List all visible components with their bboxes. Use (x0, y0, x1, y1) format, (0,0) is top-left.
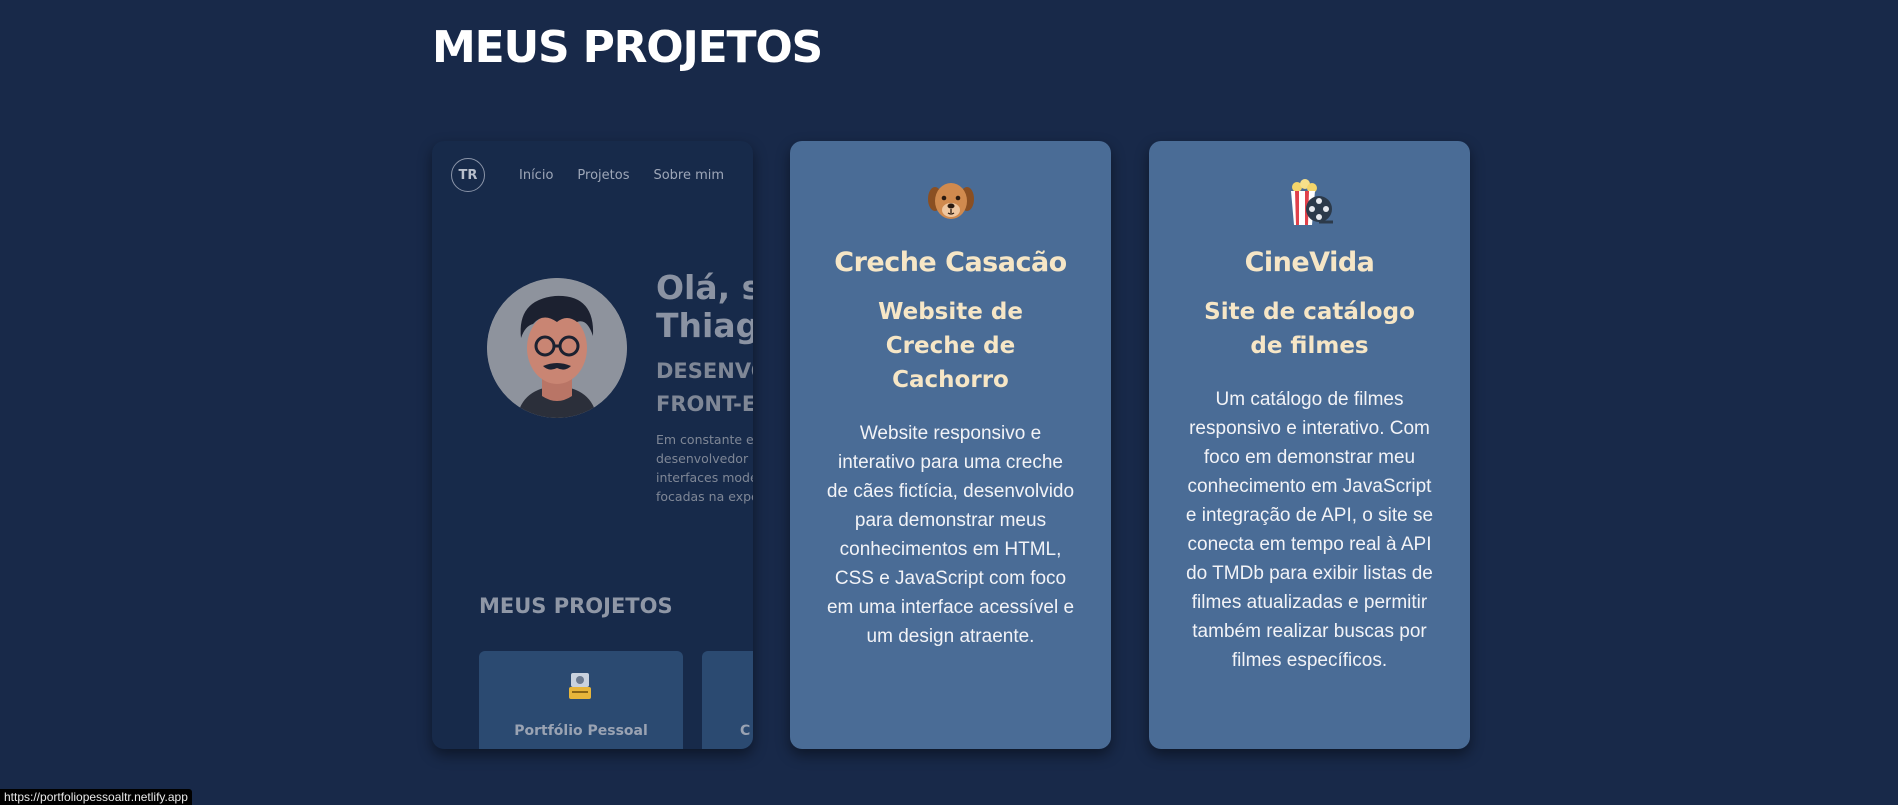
project-card-cinevida[interactable]: CineVida Site de catálogo de filmes Um c… (1149, 141, 1470, 749)
project-card-creche-casacao[interactable]: Creche Casacão Website de Creche de Cach… (790, 141, 1111, 749)
preview-role: DESENVO FRONT-E (656, 359, 753, 416)
preview-avatar (487, 278, 627, 418)
link-status-url: https://portfoliopessoaltr.netlify.app (0, 789, 192, 805)
project-name: Creche Casacão (834, 247, 1067, 278)
preview-greeting: Olá, so Thiago (656, 268, 753, 345)
project-name: CineVida (1244, 247, 1375, 278)
preview-description: Em constante ev desenvolvedor F interfac… (656, 432, 753, 504)
preview-nav-projetos: Projetos (577, 167, 630, 183)
section-title: MEUS PROJETOS (432, 22, 823, 73)
preview-logo: TR (451, 158, 485, 192)
project-description: Um catálogo de filmes responsivo e inter… (1185, 389, 1434, 671)
preview-projects-title: MEUS PROJETOS (479, 594, 673, 618)
portfolio-preview-card[interactable]: TR Início Projetos Sobre mim Olá, so Thi… (432, 141, 753, 749)
preview-nav-sobre: Sobre mim (653, 167, 725, 183)
project-subtitle: Website de Creche de Cachorro (878, 299, 1023, 393)
briefcase-icon (567, 671, 593, 707)
project-description: Website responsivo e interativo para uma… (826, 423, 1075, 647)
popcorn-film-icon (1149, 179, 1470, 227)
preview-mini-card: Portfólio Pessoal (479, 651, 683, 749)
project-subtitle: Site de catálogo de filmes (1204, 299, 1415, 359)
preview-mini-card: C (702, 651, 753, 749)
dog-icon (790, 179, 1111, 227)
preview-nav-inicio: Início (519, 167, 554, 183)
preview-navbar: TR Início Projetos Sobre mim (451, 158, 753, 192)
